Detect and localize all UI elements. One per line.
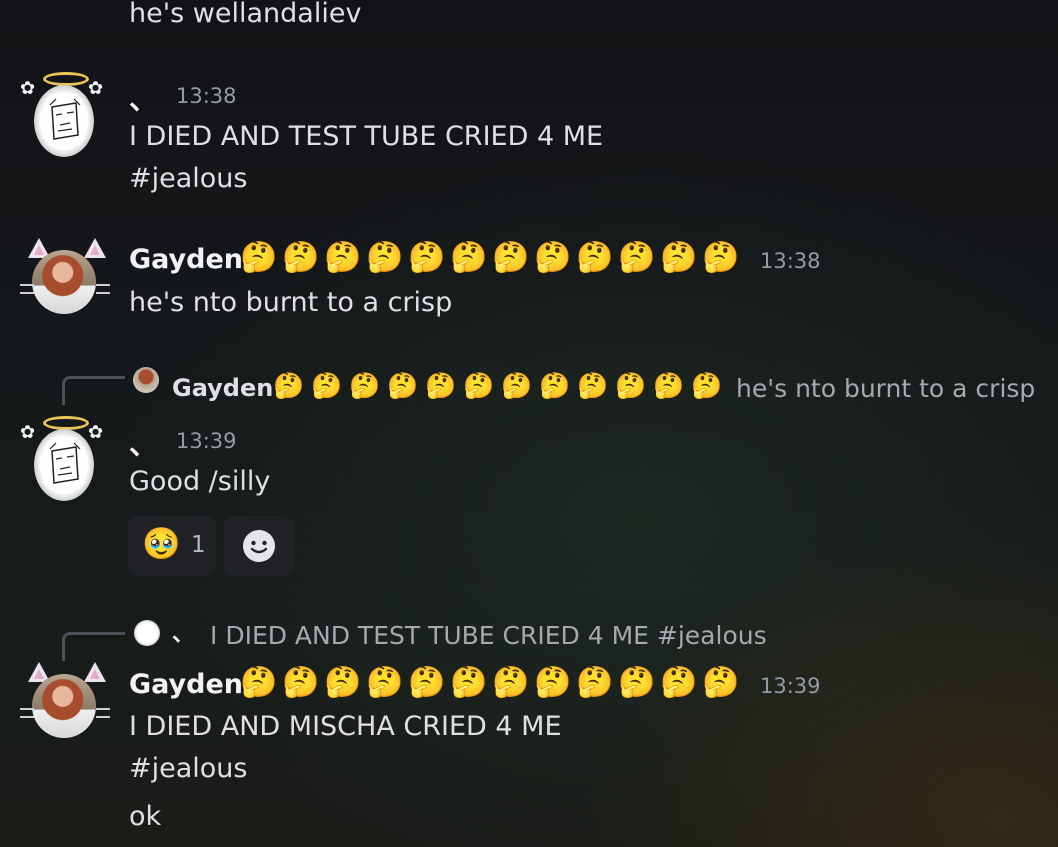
thinking-emoji: 🤔 <box>492 665 530 700</box>
thinking-emoji: 🤔 <box>618 240 656 275</box>
message-text: #jealous <box>129 163 248 194</box>
thinking-emoji: 🤔 <box>408 240 446 275</box>
thinking-emoji: 🤔 <box>463 371 495 400</box>
message-text: he's nto burnt to a crisp <box>129 287 453 318</box>
message-text: he's wellandaliev <box>129 0 362 29</box>
username[interactable]: Gayden <box>129 246 243 273</box>
thinking-emoji: 🤔 <box>539 371 571 400</box>
message-text: Good /silly <box>129 466 271 497</box>
thinking-emoji: 🤔 <box>387 371 419 400</box>
message-text: #jealous <box>129 753 248 784</box>
reaction-chip[interactable]: 🥹 1 <box>128 516 216 576</box>
thinking-emoji: 🤔 <box>492 240 530 275</box>
thinking-emoji: 🤔 <box>653 371 685 400</box>
thinking-emoji: 🤔 <box>577 371 609 400</box>
avatar-face <box>34 429 94 501</box>
timestamp[interactable]: 13:38 <box>760 251 821 272</box>
avatar-photo <box>32 674 96 738</box>
thinking-emoji: 🤔 <box>660 665 698 700</box>
reaction-count: 1 <box>191 532 206 558</box>
thinking-emoji: 🤔 <box>282 240 320 275</box>
thinking-emoji: 🤔 <box>240 240 278 275</box>
avatar-photo <box>32 250 96 314</box>
thinking-emoji: 🤔 <box>702 240 740 275</box>
thinking-emoji: 🤔 <box>273 371 305 400</box>
message-text: I DIED AND MISCHA CRIED 4 ME <box>129 711 562 742</box>
thinking-emoji: 🤔 <box>282 665 320 700</box>
whisker-icon <box>20 716 34 718</box>
whisker-icon <box>96 284 110 286</box>
thinking-emoji: 🤔 <box>324 240 362 275</box>
thinking-emoji: 🤔 <box>450 240 488 275</box>
cat-ear-right-icon <box>84 238 106 258</box>
thinking-emoji: 🤔 <box>534 240 572 275</box>
halo-decoration <box>43 72 89 86</box>
pleading-face-emoji: 🥹 <box>142 526 181 562</box>
thinking-emoji: 🤔 <box>702 665 740 700</box>
username-emoji-list: 🤔 🤔 🤔 🤔 🤔 🤔 🤔 🤔 🤔 🤔 🤔 🤔 <box>238 243 742 273</box>
thinking-emoji: 🤔 <box>349 371 381 400</box>
thinking-emoji: 🤔 <box>576 665 614 700</box>
thinking-emoji: 🤔 <box>240 665 278 700</box>
user-avatar[interactable]: ✿ ✿ <box>18 72 118 172</box>
cat-ear-right-icon <box>84 662 106 682</box>
timestamp[interactable]: 13:39 <box>176 431 237 452</box>
reply-username[interactable]: 、 <box>172 624 194 646</box>
message-text: ok <box>129 801 162 832</box>
thinking-emoji: 🤔 <box>618 665 656 700</box>
thinking-emoji: 🤔 <box>366 240 404 275</box>
wing-left-icon: ✿ <box>20 78 36 99</box>
reply-connector <box>62 632 125 661</box>
timestamp[interactable]: 13:39 <box>760 676 821 697</box>
add-reaction-button[interactable] <box>224 516 294 576</box>
add-reaction-icon <box>243 530 275 562</box>
reply-preview-text[interactable]: I DIED AND TEST TUBE CRIED 4 ME #jealous <box>210 623 767 648</box>
wing-left-icon: ✿ <box>20 422 36 443</box>
thinking-emoji: 🤔 <box>311 371 343 400</box>
reply-avatar[interactable] <box>133 367 159 393</box>
thinking-emoji: 🤔 <box>615 371 647 400</box>
whisker-icon <box>20 708 34 710</box>
thinking-emoji: 🤔 <box>534 665 572 700</box>
thinking-emoji: 🤔 <box>425 371 457 400</box>
halo-decoration <box>43 416 89 430</box>
username-emoji-list: 🤔 🤔 🤔 🤔 🤔 🤔 🤔 🤔 🤔 🤔 🤔 🤔 <box>238 668 742 698</box>
message-text: I DIED AND TEST TUBE CRIED 4 ME <box>129 121 604 152</box>
username[interactable]: Gayden <box>129 671 243 698</box>
user-avatar[interactable]: ✿ ✿ <box>18 416 118 516</box>
thinking-emoji: 🤔 <box>450 665 488 700</box>
thinking-emoji: 🤔 <box>501 371 533 400</box>
username[interactable]: 、 <box>129 431 157 459</box>
thinking-emoji: 🤔 <box>408 665 446 700</box>
reply-connector <box>62 376 125 405</box>
whisker-icon <box>20 292 34 294</box>
whisker-icon <box>96 716 110 718</box>
reply-username[interactable]: Gayden <box>172 376 273 400</box>
thinking-emoji: 🤔 <box>660 240 698 275</box>
thinking-emoji: 🤔 <box>366 665 404 700</box>
avatar-face <box>34 85 94 157</box>
thinking-emoji: 🤔 <box>691 371 723 400</box>
reply-emoji-list: 🤔 🤔 🤔 🤔 🤔 🤔 🤔 🤔 🤔 🤔 🤔 🤔 <box>270 373 726 398</box>
timestamp[interactable]: 13:38 <box>176 86 237 107</box>
reply-preview-text[interactable]: he's nto burnt to a crisp <box>736 376 1035 401</box>
user-avatar[interactable] <box>20 660 116 756</box>
whisker-icon <box>20 284 34 286</box>
user-avatar[interactable] <box>20 236 116 332</box>
whisker-icon <box>96 292 110 294</box>
username[interactable]: 、 <box>129 86 157 114</box>
reply-avatar[interactable] <box>134 620 160 646</box>
whisker-icon <box>96 708 110 710</box>
thinking-emoji: 🤔 <box>324 665 362 700</box>
thinking-emoji: 🤔 <box>576 240 614 275</box>
